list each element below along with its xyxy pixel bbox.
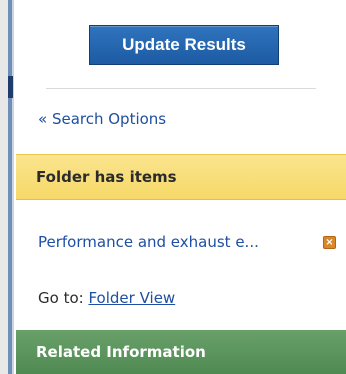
folder-section-title: Folder has items bbox=[36, 168, 177, 186]
left-frame-border bbox=[0, 0, 12, 374]
left-edge-line bbox=[12, 0, 14, 374]
search-sidebar-panel: Update Results « Search Options Folder h… bbox=[16, 0, 346, 374]
related-information-header[interactable]: Related Information bbox=[16, 330, 346, 374]
update-results-button[interactable]: Update Results bbox=[89, 25, 279, 65]
folder-section-header: Folder has items bbox=[16, 154, 346, 200]
goto-row: Go to: Folder View bbox=[38, 289, 175, 307]
related-information-title: Related Information bbox=[36, 343, 206, 361]
folder-view-link[interactable]: Folder View bbox=[88, 289, 175, 307]
close-icon[interactable]: × bbox=[323, 236, 336, 249]
left-frame-notch bbox=[8, 76, 13, 98]
folder-item-link[interactable]: Performance and exhaust e... bbox=[38, 233, 259, 251]
goto-label: Go to: bbox=[38, 289, 84, 307]
separator bbox=[46, 88, 316, 89]
search-options-link[interactable]: « Search Options bbox=[38, 110, 166, 128]
